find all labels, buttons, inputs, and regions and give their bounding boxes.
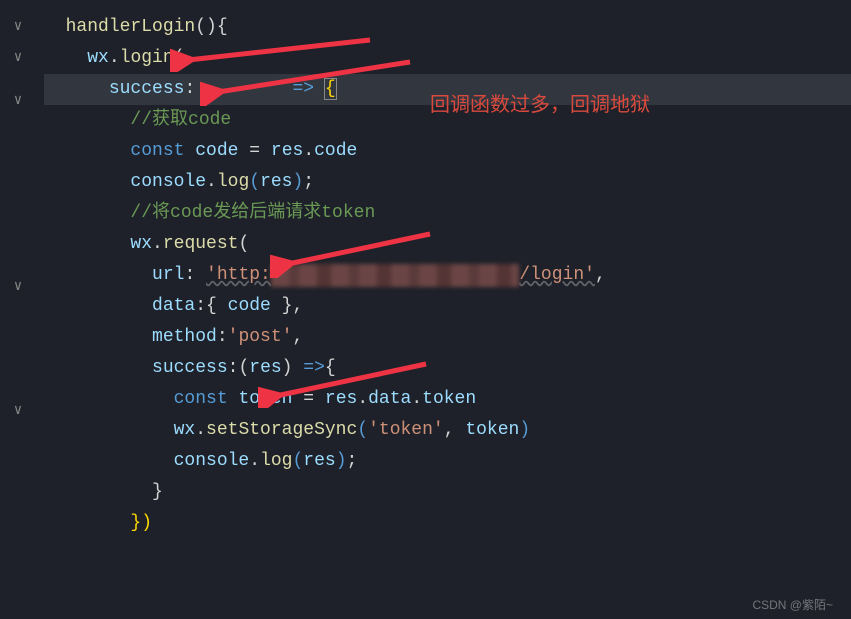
code-line: method:'post', — [44, 322, 851, 353]
code-line: success:(res) =>{ — [44, 353, 851, 384]
code-line: console.log(res); — [44, 446, 851, 477]
comment: //获取code — [130, 110, 231, 130]
code-line: wx.setStorageSync('token', token) — [44, 415, 851, 446]
watermark: CSDN @紫陌~ — [752, 596, 833, 613]
code-line: url: 'http: /login', — [44, 260, 851, 291]
code-line: console.log(res); — [44, 167, 851, 198]
function-name: handlerLogin — [66, 17, 196, 37]
censored-url — [271, 260, 519, 291]
code-content[interactable]: handlerLogin(){ wx.login( success: => { … — [36, 0, 851, 539]
code-line: wx.login( — [44, 43, 851, 74]
fold-icon[interactable]: ∨ — [0, 43, 36, 74]
code-line: const code = res.code — [44, 136, 851, 167]
code-line: const token = res.data.token — [44, 384, 851, 415]
fold-icon[interactable]: ∨ — [0, 12, 36, 43]
comment: //将code发给后端请求token — [130, 203, 375, 223]
fold-icon[interactable]: ∨ — [0, 272, 36, 303]
code-line: wx.request( — [44, 229, 851, 260]
code-line: handlerLogin(){ — [44, 12, 851, 43]
code-line: } — [44, 477, 851, 508]
code-line: //获取code — [44, 105, 851, 136]
code-editor: ∨ ∨ ∨ ∨ ∨ handlerLogin(){ wx.login( succ… — [0, 0, 851, 539]
code-line: data:{ code }, — [44, 291, 851, 322]
gutter: ∨ ∨ ∨ ∨ ∨ — [0, 0, 36, 539]
code-line: //将code发给后端请求token — [44, 198, 851, 229]
code-line: }) — [44, 508, 851, 539]
fold-icon[interactable]: ∨ — [0, 86, 36, 117]
code-line-highlighted: success: => { — [44, 74, 851, 105]
fold-icon[interactable]: ∨ — [0, 396, 36, 427]
